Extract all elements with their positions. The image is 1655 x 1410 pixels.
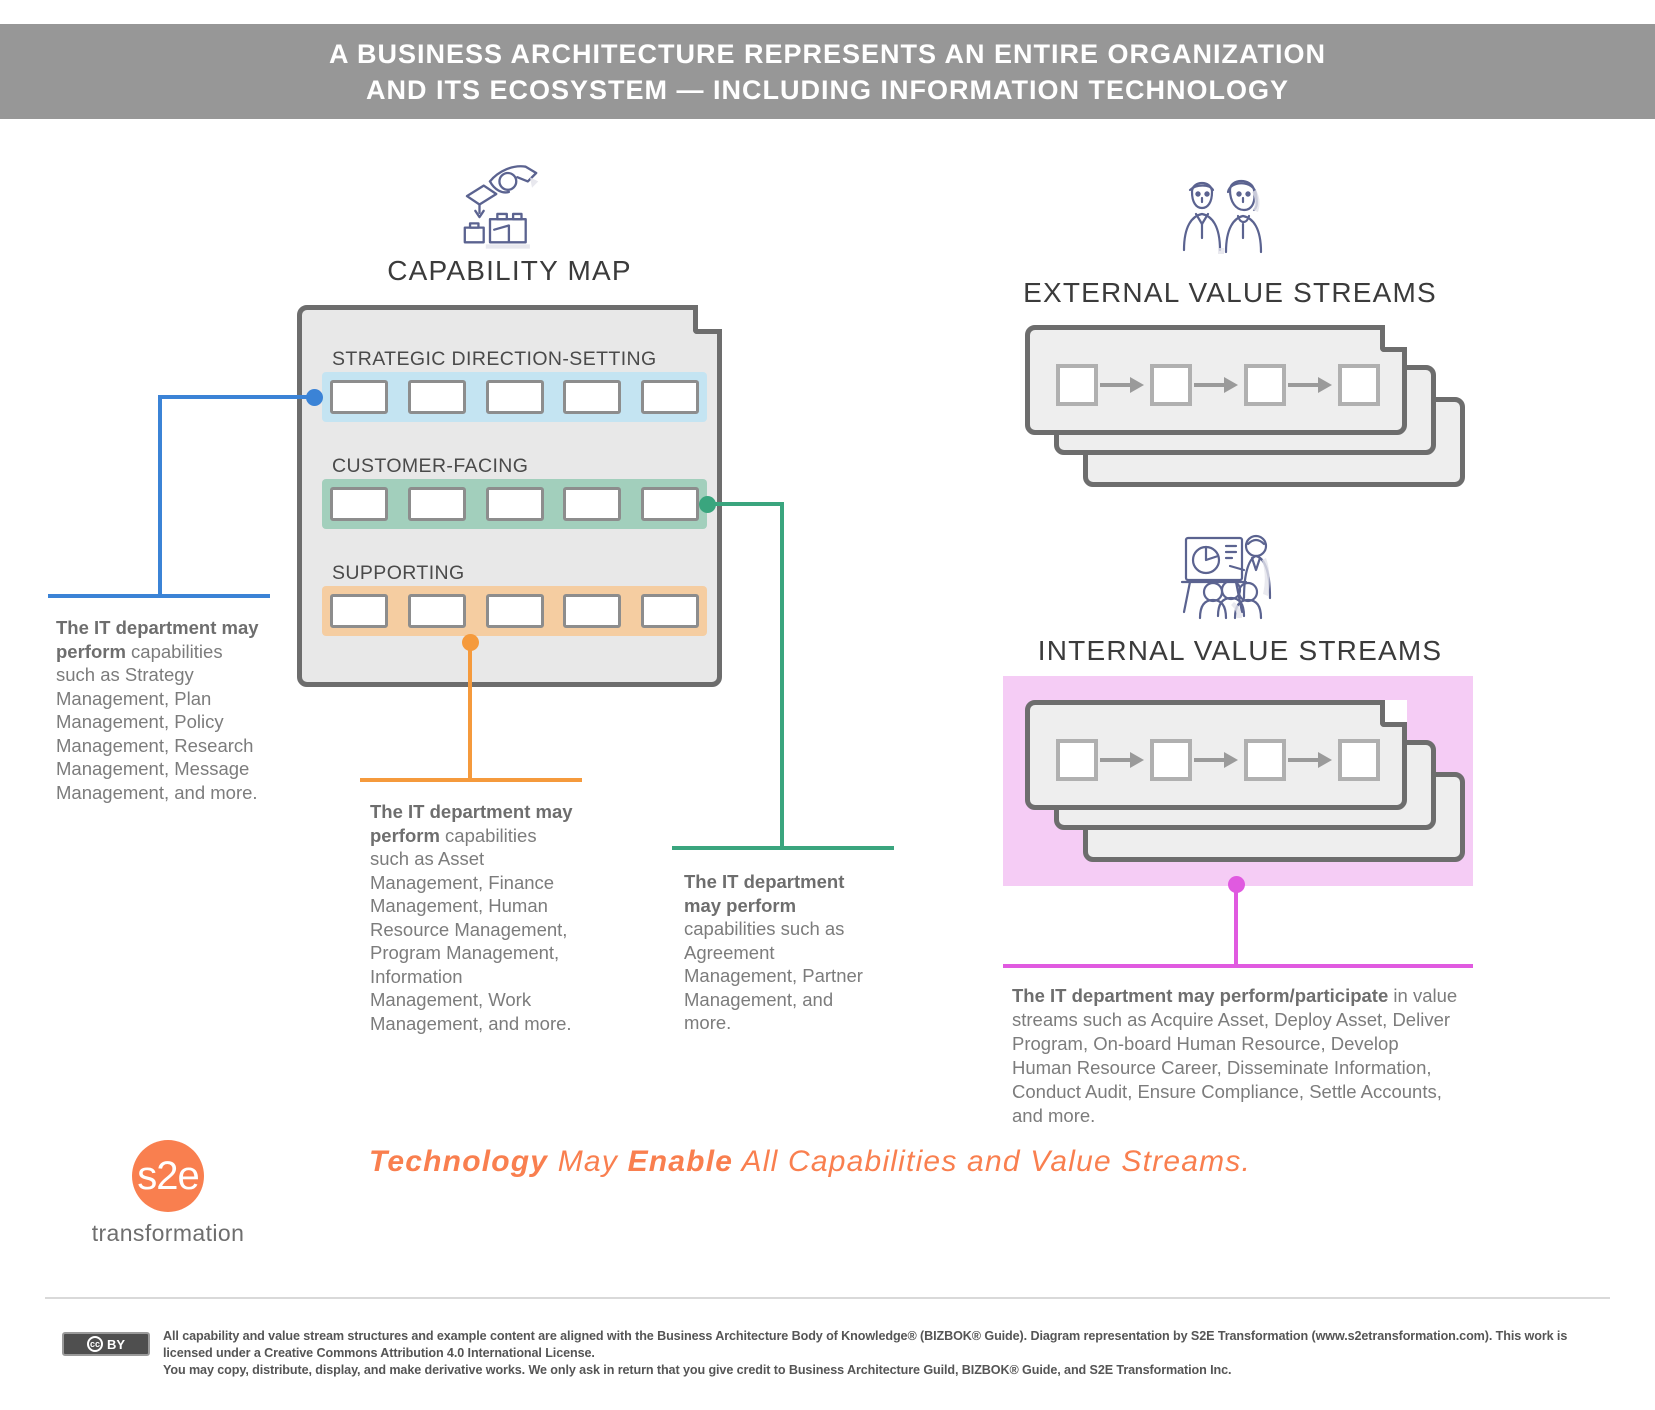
- connector-line-supporting-base: [360, 778, 582, 782]
- header-banner: A BUSINESS ARCHITECTURE REPRESENTS AN EN…: [0, 24, 1655, 119]
- cap-band-supporting: [322, 586, 707, 636]
- tagline: Technology May Enable All Capabilities a…: [310, 1145, 1310, 1179]
- capability-map-card: STRATEGIC DIRECTION-SETTING CUSTOMER-FAC…: [297, 305, 722, 687]
- callout-internal-rest: in value streams such as Acquire Asset, …: [1012, 985, 1458, 1126]
- connector-line-customer-facing-base: [672, 846, 894, 850]
- header-title-line-2: AND ITS ECOSYSTEM — INCLUDING INFORMATIO…: [365, 74, 1289, 105]
- cap-box[interactable]: [641, 487, 699, 521]
- value-stream-stage[interactable]: [1338, 739, 1380, 781]
- value-stream-card-front[interactable]: [1025, 325, 1407, 435]
- cc-circle-icon: cc: [86, 1336, 103, 1352]
- value-stream-stage[interactable]: [1150, 364, 1192, 406]
- cap-row-label-strategic: STRATEGIC DIRECTION-SETTING: [332, 348, 657, 370]
- page-corner-fold: [693, 305, 722, 334]
- value-stream-stage[interactable]: [1056, 739, 1098, 781]
- callout-customer-facing: The IT department may perform capabiliti…: [684, 870, 884, 1035]
- cap-box[interactable]: [563, 487, 622, 521]
- cap-row-label-customer-facing: CUSTOMER-FACING: [332, 455, 529, 477]
- callout-strategic: The IT department may perform capabiliti…: [56, 616, 261, 804]
- connector-line-internal-vertical: [1234, 882, 1238, 966]
- s2e-logo-mark: s2e: [132, 1140, 204, 1212]
- cap-row-label-supporting: SUPPORTING: [332, 562, 465, 584]
- cap-box[interactable]: [641, 594, 699, 628]
- footer-license-text: All capability and value stream structur…: [163, 1328, 1613, 1379]
- flow-arrow-icon: [1286, 374, 1338, 396]
- callout-internal-value-streams: The IT department may perform/participat…: [1012, 984, 1460, 1128]
- tagline-word-may: May: [548, 1145, 628, 1178]
- callout-customer-facing-rest: capabilities such as Agreement Managemen…: [684, 918, 863, 1033]
- page-corner-fold: [1380, 700, 1407, 727]
- external-value-streams-title: EXTERNAL VALUE STREAMS: [1023, 277, 1437, 308]
- footer-license-line-2: You may copy, distribute, display, and m…: [163, 1363, 1232, 1377]
- internal-value-streams-title: INTERNAL VALUE STREAMS: [1037, 635, 1443, 666]
- creative-commons-badge-icon: cc BY: [62, 1332, 150, 1356]
- callout-strategic-rest: capabilities such as Strategy Management…: [56, 640, 258, 803]
- connector-line-strategic-base: [48, 594, 270, 598]
- cap-box[interactable]: [563, 380, 622, 414]
- page-corner-fold: [1380, 325, 1407, 352]
- value-stream-stage[interactable]: [1150, 739, 1192, 781]
- value-stream-flow: [1056, 364, 1380, 406]
- connector-line-customer-facing: [710, 502, 784, 506]
- callout-internal-bold: The IT department may perform/participat…: [1012, 985, 1389, 1006]
- cap-box[interactable]: [407, 594, 466, 628]
- cap-box[interactable]: [407, 487, 466, 521]
- flow-arrow-icon: [1192, 749, 1244, 771]
- value-stream-card-front[interactable]: [1025, 700, 1407, 810]
- cap-box[interactable]: [485, 487, 544, 521]
- s2e-logo[interactable]: s2e transformation: [68, 1140, 268, 1247]
- connector-line-supporting-vertical: [468, 640, 472, 780]
- connector-line-customer-facing-vertical: [780, 502, 784, 848]
- tagline-word-enable: Enable: [627, 1145, 734, 1178]
- value-stream-stage[interactable]: [1244, 364, 1286, 406]
- external-value-streams-stack: [1025, 325, 1465, 495]
- tagline-word-technology: Technology: [368, 1145, 549, 1178]
- external-value-streams-icon: [1168, 168, 1288, 263]
- footer-license-line-1: All capability and value stream structur…: [163, 1329, 1568, 1360]
- cap-box[interactable]: [485, 594, 544, 628]
- cap-box[interactable]: [330, 380, 388, 414]
- cap-box[interactable]: [563, 594, 622, 628]
- header-title-line-1: A BUSINESS ARCHITECTURE REPRESENTS AN EN…: [328, 38, 1327, 69]
- cc-by-label: BY: [106, 1336, 126, 1352]
- value-stream-stage[interactable]: [1244, 739, 1286, 781]
- footer-divider: [45, 1297, 1610, 1299]
- flow-arrow-icon: [1098, 749, 1150, 771]
- flow-arrow-icon: [1192, 374, 1244, 396]
- value-stream-stage[interactable]: [1056, 364, 1098, 406]
- cap-box[interactable]: [330, 487, 388, 521]
- flow-arrow-icon: [1098, 374, 1150, 396]
- callout-supporting: The IT department may perform capabiliti…: [370, 800, 575, 1035]
- flow-arrow-icon: [1286, 749, 1338, 771]
- capability-map-title: CAPABILITY MAP: [387, 255, 632, 286]
- cap-box[interactable]: [485, 380, 544, 414]
- s2e-logo-wordmark: transformation: [91, 1220, 245, 1246]
- capability-map-icon: [448, 152, 553, 257]
- connector-line-strategic-vertical: [158, 395, 162, 596]
- cap-box[interactable]: [330, 594, 388, 628]
- cap-band-customer-facing: [322, 479, 707, 529]
- connector-line-internal-base: [1003, 964, 1473, 968]
- internal-value-streams-stack: [1025, 700, 1465, 870]
- callout-supporting-rest: capabilities such as Asset Management, F…: [370, 824, 572, 1034]
- value-stream-flow: [1056, 739, 1380, 781]
- connector-line-strategic: [158, 395, 310, 399]
- value-stream-stage[interactable]: [1338, 364, 1380, 406]
- cap-band-strategic: [322, 372, 707, 422]
- callout-customer-facing-bold: The IT department may perform: [684, 871, 845, 916]
- internal-value-streams-icon: [1178, 528, 1293, 623]
- cap-box[interactable]: [407, 380, 466, 414]
- tagline-word-rest: All Capabilities and Value Streams.: [733, 1145, 1252, 1178]
- cap-box[interactable]: [641, 380, 699, 414]
